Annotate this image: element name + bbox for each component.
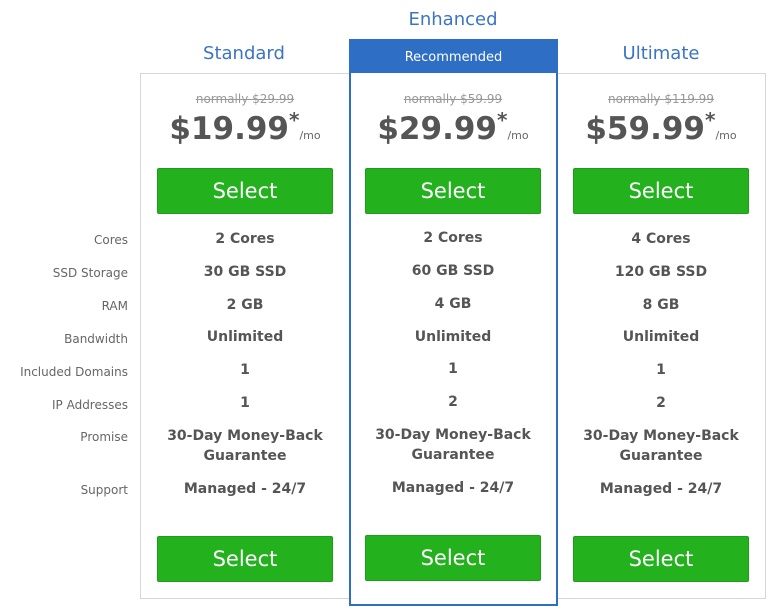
select-button-top[interactable]: Select [365,168,541,214]
feature-support: Managed - 24/7 [599,481,723,497]
feature-cores: 2 Cores [423,230,483,246]
price-asterisk: * [289,108,300,132]
label-ram: RAM [101,299,128,313]
label-included-domains: Included Domains [20,365,128,379]
plan-column-standard: normally $29.99 $19.99*/mo Select 2 Core… [141,0,349,614]
label-bandwidth: Bandwidth [64,332,128,346]
label-ip-addresses: IP Addresses [51,398,128,412]
feature-cores: 4 Cores [631,231,691,247]
price-amount: $29.99 [377,111,497,147]
feature-support: Managed - 24/7 [391,480,515,496]
select-button-top[interactable]: Select [573,168,749,214]
price-asterisk: * [497,108,508,132]
label-promise: Promise [80,430,128,444]
feature-ssd-storage: 120 GB SSD [614,264,708,280]
feature-bandwidth: Unlimited [622,329,700,345]
feature-cores: 2 Cores [215,231,275,247]
plan-column-enhanced: normally $59.99 $29.99*/mo Select 2 Core… [349,0,557,614]
feature-ram: 4 GB [434,296,472,312]
feature-ip-addresses: 2 [656,395,666,411]
feature-ram: 8 GB [642,297,680,313]
feature-labels: Cores SSD Storage RAM Bandwidth Included… [0,0,140,614]
label-ssd-storage: SSD Storage [52,266,128,280]
price-period: /mo [715,129,737,142]
plan-price: $29.99*/mo [349,108,557,147]
feature-ip-addresses: 2 [448,394,458,410]
normal-price: normally $59.99 [403,92,503,106]
feature-included-domains: 1 [448,361,458,377]
feature-promise: 30-Day Money-Back Guarantee [375,427,531,463]
feature-promise: 30-Day Money-Back Guarantee [583,428,739,464]
label-cores: Cores [93,233,128,247]
plan-price: $59.99*/mo [557,108,765,147]
price-period: /mo [507,129,529,142]
feature-bandwidth: Unlimited [414,329,492,345]
feature-included-domains: 1 [656,362,666,378]
feature-promise: 30-Day Money-Back Guarantee [167,428,323,464]
price-period: /mo [299,129,321,142]
feature-ip-addresses: 1 [240,395,250,411]
price-amount: $59.99 [585,111,705,147]
label-support: Support [80,483,128,497]
price-asterisk: * [705,108,716,132]
select-button-bottom[interactable]: Select [573,536,749,582]
feature-support: Managed - 24/7 [183,481,307,497]
select-button-bottom[interactable]: Select [157,536,333,582]
normal-price: normally $119.99 [608,92,714,106]
feature-ram: 2 GB [226,297,264,313]
price-amount: $19.99 [169,111,289,147]
feature-ssd-storage: 30 GB SSD [203,264,287,280]
feature-included-domains: 1 [240,362,250,378]
feature-bandwidth: Unlimited [206,329,284,345]
feature-ssd-storage: 60 GB SSD [411,263,495,279]
plan-price: $19.99*/mo [141,108,349,147]
plan-column-ultimate: normally $119.99 $59.99*/mo Select 4 Cor… [557,0,765,614]
normal-price: normally $29.99 [195,92,295,106]
select-button-bottom[interactable]: Select [365,535,541,581]
select-button-top[interactable]: Select [157,168,333,214]
